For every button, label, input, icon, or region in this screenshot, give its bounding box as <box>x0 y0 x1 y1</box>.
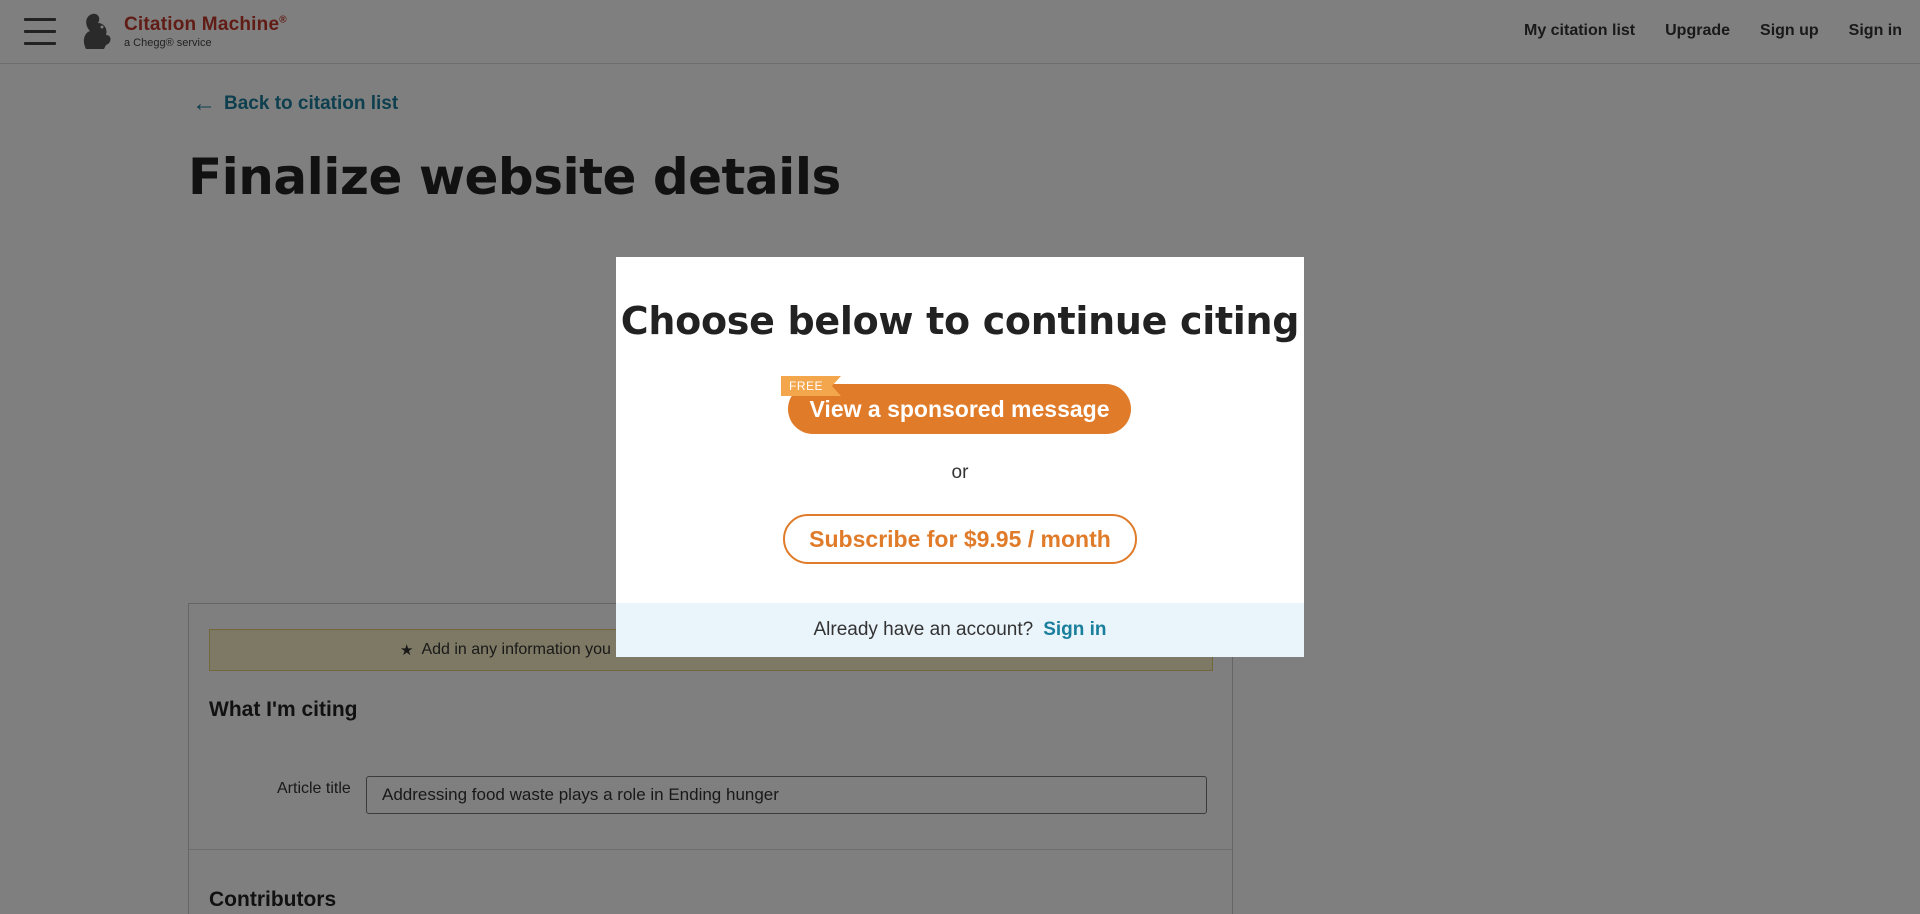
subscribe-button[interactable]: Subscribe for $9.95 / month <box>783 514 1137 564</box>
modal-title: Choose below to continue citing <box>620 299 1300 343</box>
or-separator: or <box>951 462 969 483</box>
modal-footer: Already have an account? Sign in <box>616 603 1304 657</box>
free-badge: FREE <box>781 376 841 396</box>
continue-citing-modal: Choose below to continue citing View a s… <box>616 257 1304 657</box>
sign-in-link[interactable]: Sign in <box>1043 619 1106 641</box>
view-sponsored-message-button[interactable]: View a sponsored message <box>788 384 1131 434</box>
already-have-account-text: Already have an account? <box>813 619 1034 640</box>
